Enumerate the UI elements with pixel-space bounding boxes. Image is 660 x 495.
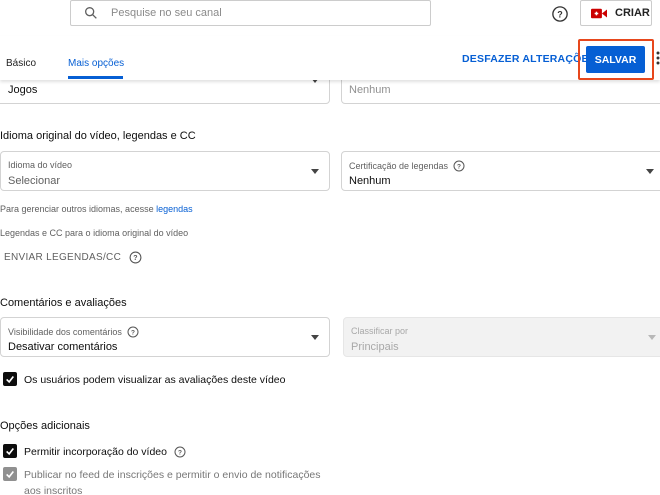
active-tab-indicator bbox=[68, 76, 123, 79]
search-box[interactable]: Pesquise no seu canal bbox=[70, 0, 431, 26]
caption-certification-label: Certificação de legendas bbox=[349, 161, 449, 171]
language-section-heading: Idioma original do vídeo, legendas e CC bbox=[0, 130, 196, 142]
sort-by-value: Principais bbox=[351, 341, 399, 353]
caption-certification-select[interactable]: Certificação de legendas ? Nenhum bbox=[341, 151, 660, 191]
upload-captions-button[interactable]: ENVIAR LEGENDAS/CC ? bbox=[4, 251, 142, 264]
search-icon bbox=[85, 6, 97, 19]
chevron-down-icon bbox=[646, 169, 654, 174]
svg-text:?: ? bbox=[178, 450, 182, 457]
svg-text:?: ? bbox=[457, 164, 461, 171]
create-button[interactable]: CRIAR bbox=[580, 0, 652, 26]
help-icon[interactable]: ? bbox=[174, 446, 186, 458]
create-label: CRIAR bbox=[615, 7, 650, 19]
undo-changes-button[interactable]: DESFAZER ALTERAÇÕES bbox=[462, 53, 596, 65]
captions-note: Legendas e CC para o idioma original do … bbox=[0, 228, 189, 238]
comment-visibility-select[interactable]: Visibilidade dos comentários ? Desativar… bbox=[0, 317, 330, 357]
video-camera-icon bbox=[591, 8, 607, 18]
caption-certification-value: Nenhum bbox=[349, 175, 391, 187]
chevron-down-icon bbox=[311, 335, 319, 340]
publish-feed-checkbox-row: Publicar no feed de inscrições e permiti… bbox=[3, 467, 333, 495]
manage-languages-prefix: Para gerenciar outros idiomas, acesse bbox=[0, 204, 154, 214]
ratings-visible-checkbox[interactable] bbox=[3, 372, 17, 386]
more-options-icon[interactable] bbox=[656, 51, 660, 65]
comment-visibility-value: Desativar comentários bbox=[8, 341, 118, 353]
allow-embedding-checkbox[interactable] bbox=[3, 444, 17, 458]
save-button[interactable]: SALVAR bbox=[586, 46, 645, 73]
top-bar: Pesquise no seu canal ? CRIAR bbox=[0, 0, 660, 36]
svg-text:?: ? bbox=[557, 9, 563, 19]
video-language-value: Selecionar bbox=[8, 175, 60, 187]
ratings-visible-checkbox-row[interactable]: Os usuários podem visualizar as avaliaçõ… bbox=[3, 372, 285, 388]
chevron-down-icon bbox=[648, 335, 656, 340]
video-language-select[interactable]: Idioma do vídeo Selecionar bbox=[0, 151, 330, 191]
ratings-visible-label: Os usuários podem visualizar as avaliaçõ… bbox=[24, 374, 286, 386]
allow-embedding-checkbox-row[interactable]: Permitir incorporação do vídeo ? bbox=[3, 444, 186, 460]
tab-bar: Básico Mais opções DESFAZER ALTERAÇÕES S… bbox=[0, 36, 660, 80]
publish-feed-checkbox bbox=[3, 467, 17, 481]
captions-link[interactable]: legendas bbox=[156, 204, 193, 214]
checkmark-icon bbox=[6, 470, 14, 479]
tab-basico[interactable]: Básico bbox=[6, 58, 36, 69]
help-icon[interactable]: ? bbox=[129, 251, 142, 264]
additional-options-heading: Opções adicionais bbox=[0, 420, 90, 432]
tab-mais-opcoes[interactable]: Mais opções bbox=[68, 58, 124, 69]
license-value: Nenhum bbox=[349, 84, 391, 96]
help-icon[interactable]: ? bbox=[551, 5, 569, 23]
sort-by-select: Classificar por Principais bbox=[343, 317, 660, 357]
search-input[interactable]: Pesquise no seu canal bbox=[111, 7, 222, 19]
svg-text:?: ? bbox=[133, 255, 137, 262]
sort-by-label: Classificar por bbox=[351, 326, 409, 336]
help-icon[interactable]: ? bbox=[127, 326, 139, 338]
comment-visibility-label: Visibilidade dos comentários bbox=[8, 327, 122, 337]
video-language-label: Idioma do vídeo bbox=[8, 160, 73, 170]
category-value: Jogos bbox=[8, 84, 38, 96]
comments-section-heading: Comentários e avaliações bbox=[0, 297, 127, 309]
publish-feed-label: Publicar no feed de inscrições e permiti… bbox=[24, 469, 321, 495]
manage-languages-text: Para gerenciar outros idiomas, acesse le… bbox=[0, 204, 193, 214]
chevron-down-icon bbox=[311, 169, 319, 174]
allow-embedding-label: Permitir incorporação do vídeo bbox=[24, 446, 167, 458]
caption-certification-label-wrap: Certificação de legendas ? bbox=[349, 160, 465, 172]
help-icon[interactable]: ? bbox=[453, 160, 465, 172]
upload-captions-label: ENVIAR LEGENDAS/CC bbox=[4, 252, 122, 263]
checkmark-icon bbox=[6, 447, 14, 456]
comment-visibility-label-wrap: Visibilidade dos comentários ? bbox=[8, 326, 139, 338]
svg-text:?: ? bbox=[131, 330, 135, 337]
checkmark-icon bbox=[6, 375, 14, 384]
